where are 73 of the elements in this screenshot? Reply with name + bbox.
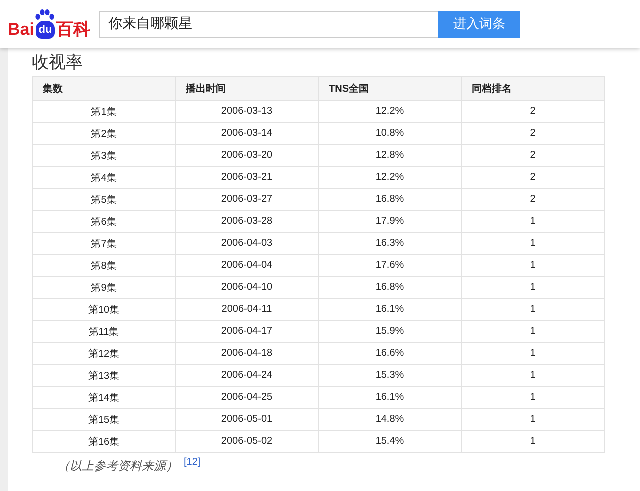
table-cell: 2006-04-25 xyxy=(176,386,318,408)
table-cell: 第5集 xyxy=(32,188,176,210)
table-cell: 第6集 xyxy=(32,210,176,232)
table-cell: 16.8% xyxy=(318,276,462,298)
table-cell: 16.1% xyxy=(318,386,462,408)
table-cell: 15.3% xyxy=(318,364,462,386)
table-cell: 2006-03-21 xyxy=(176,166,318,188)
table-cell: 1 xyxy=(462,320,604,342)
table-cell: 16.3% xyxy=(318,232,462,254)
column-header: 播出时间 xyxy=(176,76,318,100)
table-cell: 2006-03-13 xyxy=(176,100,318,122)
table-cell: 第12集 xyxy=(32,342,176,364)
table-cell: 17.6% xyxy=(318,254,462,276)
table-cell: 1 xyxy=(462,386,604,408)
table-cell: 2006-04-18 xyxy=(176,342,318,364)
table-cell: 2 xyxy=(462,188,604,210)
table-cell: 2006-04-17 xyxy=(176,320,318,342)
table-cell: 2006-05-01 xyxy=(176,408,318,430)
table-cell: 1 xyxy=(462,210,604,232)
table-cell: 2006-04-11 xyxy=(176,298,318,320)
table-cell: 1 xyxy=(462,254,604,276)
table-cell: 1 xyxy=(462,342,604,364)
table-cell: 10.8% xyxy=(318,122,462,144)
table-cell: 第16集 xyxy=(32,430,176,452)
table-cell: 2006-04-04 xyxy=(176,254,318,276)
table-cell: 第10集 xyxy=(32,298,176,320)
baidu-logo[interactable]: Bai du 百科 xyxy=(8,9,90,39)
table-cell: 15.9% xyxy=(318,320,462,342)
table-cell: 2006-04-03 xyxy=(176,232,318,254)
column-header: TNS全国 xyxy=(318,76,462,100)
reference-link[interactable]: [12] xyxy=(184,457,201,469)
table-cell: 2006-03-14 xyxy=(176,122,318,144)
table-cell: 2006-05-02 xyxy=(176,430,318,452)
table-cell: 1 xyxy=(462,298,604,320)
table-cell: 第9集 xyxy=(32,276,176,298)
table-cell: 14.8% xyxy=(318,408,462,430)
table-cell: 第15集 xyxy=(32,408,176,430)
table-cell: 第7集 xyxy=(32,232,176,254)
table-cell: 2 xyxy=(462,166,604,188)
table-cell: 17.9% xyxy=(318,210,462,232)
table-cell: 16.8% xyxy=(318,188,462,210)
table-cell: 16.1% xyxy=(318,298,462,320)
search-field[interactable]: 你来自哪颗星 xyxy=(99,10,438,38)
table-cell: 第4集 xyxy=(32,166,176,188)
table-cell: 2006-03-27 xyxy=(176,188,318,210)
column-header: 集数 xyxy=(32,76,176,100)
table-cell: 2006-04-10 xyxy=(176,276,318,298)
table-cell: 2 xyxy=(462,122,604,144)
table-cell: 2006-03-20 xyxy=(176,144,318,166)
table-cell: 2 xyxy=(462,144,604,166)
table-cell: 第11集 xyxy=(32,320,176,342)
table-cell: 第3集 xyxy=(32,144,176,166)
table-cell: 1 xyxy=(462,276,604,298)
table-cell: 1 xyxy=(462,408,604,430)
table-cell: 2006-03-28 xyxy=(176,210,318,232)
source-note: （以上参考资料来源） xyxy=(58,458,178,475)
table-cell: 第1集 xyxy=(32,100,176,122)
table-cell: 12.2% xyxy=(318,166,462,188)
table-cell: 第2集 xyxy=(32,122,176,144)
section-title: 收视率 xyxy=(32,52,84,74)
table-cell: 1 xyxy=(462,232,604,254)
table-cell: 12.8% xyxy=(318,144,462,166)
table-cell: 12.2% xyxy=(318,100,462,122)
table-cell: 16.6% xyxy=(318,342,462,364)
table-cell: 1 xyxy=(462,364,604,386)
table-cell: 第8集 xyxy=(32,254,176,276)
table-cell: 2006-04-24 xyxy=(176,364,318,386)
table-cell: 15.4% xyxy=(318,430,462,452)
column-header: 同档排名 xyxy=(462,76,604,100)
table-cell: 1 xyxy=(462,430,604,452)
table-cell: 第14集 xyxy=(32,386,176,408)
table-cell: 2 xyxy=(462,100,604,122)
table-cell: 第13集 xyxy=(32,364,176,386)
